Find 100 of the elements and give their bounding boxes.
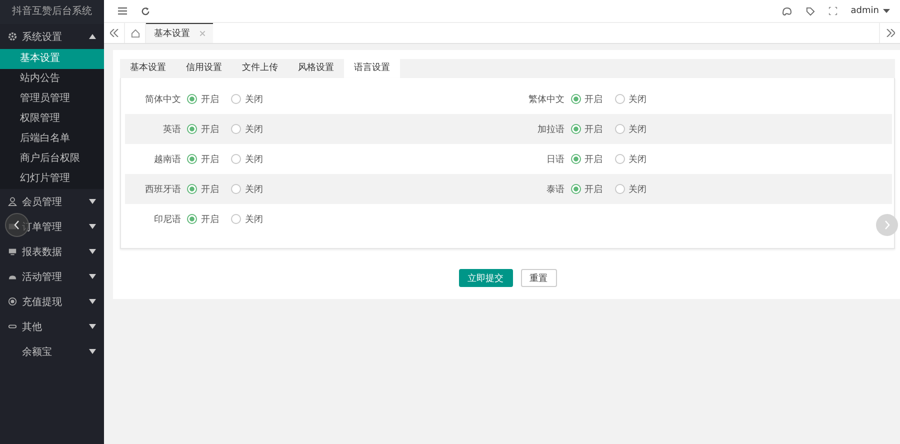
radio-icon[interactable] [614, 154, 624, 164]
radio-label: 关闭 [245, 124, 263, 136]
field-label: 加拉语 [536, 124, 564, 136]
palette-icon[interactable] [782, 6, 792, 16]
radio-label: 关闭 [628, 154, 646, 166]
field-label: 越南语 [153, 154, 181, 166]
caret-icon [89, 249, 96, 254]
radio-label: 关闭 [245, 214, 263, 226]
gear-icon [8, 32, 17, 41]
settings-tab[interactable]: 文件上传 [232, 59, 288, 78]
radio-option[interactable]: 开启 [187, 212, 219, 226]
radio-icon[interactable] [231, 214, 241, 224]
radio-label: 开启 [201, 94, 219, 106]
settings-tab[interactable]: 风格设置 [288, 59, 344, 78]
field-label: 日语 [546, 154, 564, 166]
fullscreen-icon[interactable] [828, 7, 837, 15]
radio-option[interactable]: 开启 [187, 152, 219, 166]
settings-tab[interactable]: 基本设置 [120, 59, 176, 78]
radio-option[interactable]: 关闭 [614, 92, 646, 106]
settings-tab[interactable]: 信用设置 [176, 59, 232, 78]
radio-label: 关闭 [245, 154, 263, 166]
radio-label: 开启 [201, 154, 219, 166]
menu-group[interactable]: 余额宝 [0, 339, 104, 364]
radio-icon[interactable] [187, 94, 197, 104]
app-title: 抖音互赞后台系统 [0, 0, 104, 24]
radio-icon[interactable] [614, 124, 624, 134]
radio-icon[interactable] [570, 94, 580, 104]
menu-group[interactable]: 其他 [0, 314, 104, 339]
menu-item[interactable]: 商户后台权限 [0, 149, 104, 169]
radio-option[interactable]: 关闭 [231, 122, 263, 136]
field-label: 英语 [162, 124, 181, 136]
reset-button[interactable]: 重置 [520, 269, 556, 287]
field-label: 西班牙语 [144, 184, 181, 196]
menu-group[interactable]: 会员管理 [0, 189, 104, 214]
radio-label: 开启 [584, 94, 602, 106]
submit-button[interactable]: 立即提交 [458, 269, 512, 287]
radio-option[interactable]: 关闭 [231, 182, 263, 196]
caret-icon [89, 324, 96, 329]
radio-label: 关闭 [245, 94, 263, 106]
menu-group[interactable]: 活动管理 [0, 264, 104, 289]
radio-option[interactable]: 关闭 [614, 152, 646, 166]
radio-label: 开启 [584, 154, 602, 166]
menu-item[interactable]: 基本设置 [0, 49, 104, 69]
caret-icon [89, 274, 96, 279]
menu-group[interactable]: 报表数据 [0, 239, 104, 264]
radio-option[interactable]: 开启 [570, 152, 602, 166]
menu-group[interactable]: 充值提现 [0, 289, 104, 314]
tag-icon[interactable] [806, 6, 815, 16]
radio-icon[interactable] [614, 184, 624, 194]
caret-icon [89, 299, 96, 304]
radio-icon[interactable] [570, 184, 580, 194]
close-icon[interactable] [200, 31, 205, 36]
menu-item[interactable]: 权限管理 [0, 109, 104, 129]
radio-icon[interactable] [187, 214, 197, 224]
menu-item[interactable]: 后端白名单 [0, 129, 104, 149]
radio-icon[interactable] [570, 154, 580, 164]
radio-option[interactable]: 关闭 [231, 92, 263, 106]
radio-option[interactable]: 关闭 [231, 152, 263, 166]
menu-item[interactable]: 幻灯片管理 [0, 169, 104, 189]
radio-icon[interactable] [231, 154, 241, 164]
radio-label: 开启 [201, 184, 219, 196]
radio-option[interactable]: 关闭 [614, 182, 646, 196]
radio-icon[interactable] [231, 94, 241, 104]
menu-group[interactable]: 系统设置 [0, 24, 104, 49]
radio-label: 开启 [201, 214, 219, 226]
user-menu[interactable]: admin [850, 6, 879, 16]
caret-icon [89, 34, 96, 39]
radio-option[interactable]: 开启 [187, 122, 219, 136]
radio-option[interactable]: 开启 [187, 182, 219, 196]
refresh-icon[interactable] [141, 6, 150, 16]
caret-icon [883, 9, 890, 13]
next-icon[interactable] [876, 214, 898, 236]
radio-option[interactable]: 开启 [187, 92, 219, 106]
menu-item[interactable]: 站内公告 [0, 69, 104, 89]
radio-icon[interactable] [187, 154, 197, 164]
menu-item[interactable]: 管理员管理 [0, 89, 104, 109]
page-tab[interactable]: 基本设置 [146, 23, 213, 43]
target-icon [8, 297, 17, 306]
radio-option[interactable]: 开启 [570, 92, 602, 106]
radio-icon[interactable] [187, 184, 197, 194]
radio-option[interactable]: 关闭 [614, 122, 646, 136]
monitor-icon [8, 247, 17, 256]
radio-icon[interactable] [187, 124, 197, 134]
radio-icon[interactable] [231, 184, 241, 194]
radio-label: 开启 [584, 184, 602, 196]
link-icon [8, 322, 17, 331]
radio-icon[interactable] [231, 124, 241, 134]
radio-label: 开启 [201, 124, 219, 136]
radio-icon[interactable] [614, 94, 624, 104]
user-icon [8, 197, 17, 206]
radio-option[interactable]: 开启 [570, 122, 602, 136]
radio-label: 关闭 [628, 184, 646, 196]
menu-icon[interactable] [118, 7, 127, 15]
radio-icon[interactable] [570, 124, 580, 134]
settings-tab[interactable]: 语言设置 [344, 59, 400, 78]
radio-label: 关闭 [628, 124, 646, 136]
radio-option[interactable]: 关闭 [231, 212, 263, 226]
radio-label: 关闭 [628, 94, 646, 106]
radio-option[interactable]: 开启 [570, 182, 602, 196]
caret-icon [89, 199, 96, 204]
